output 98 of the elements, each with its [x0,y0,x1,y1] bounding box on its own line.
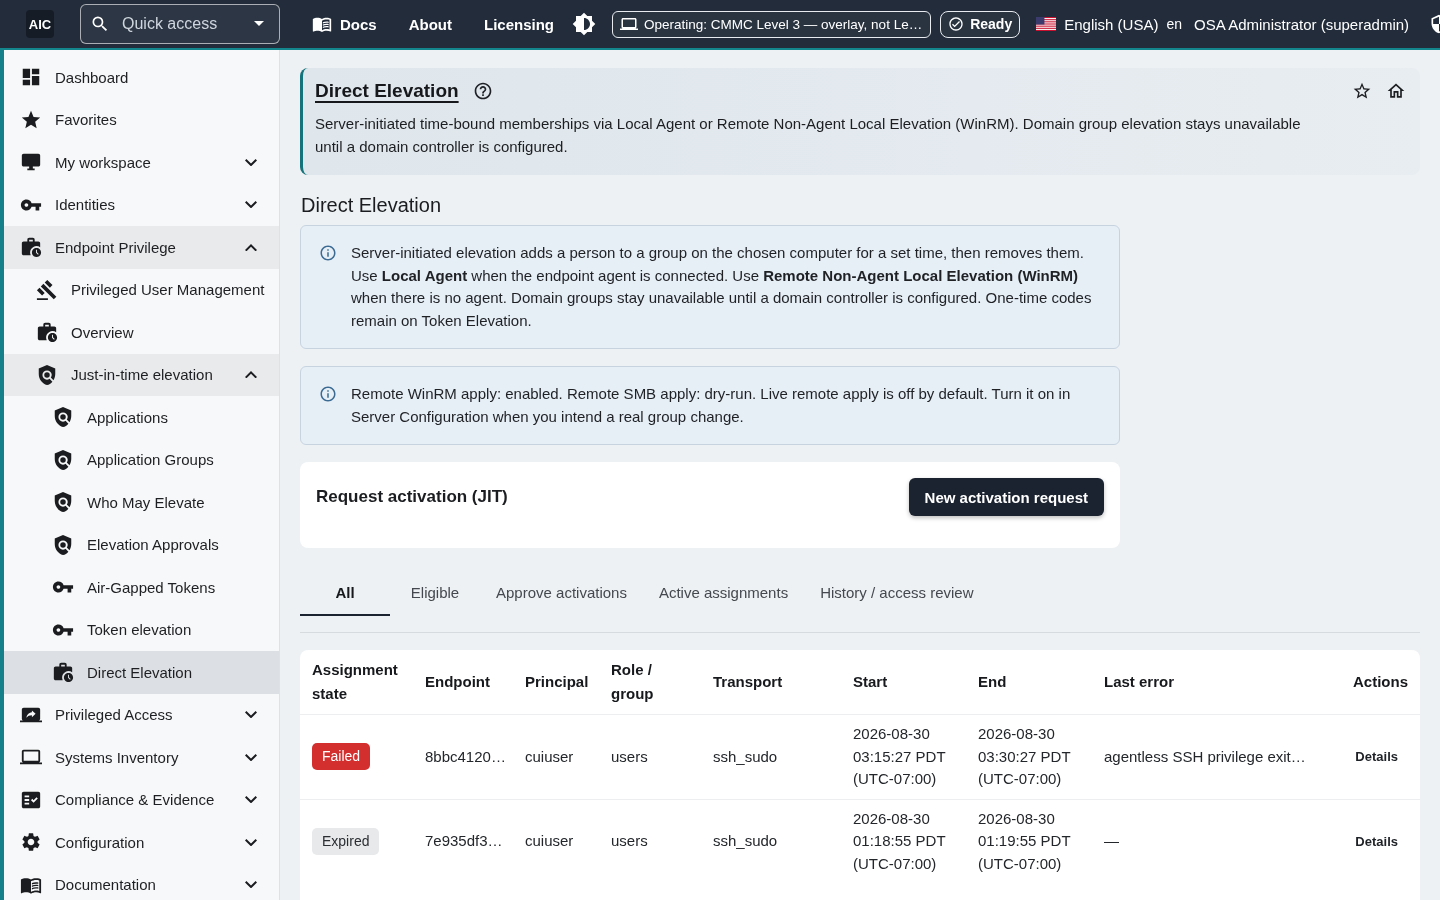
sidebar-item[interactable]: Applications [4,396,279,439]
chevron-down-icon [245,881,257,889]
briefcase-clock-icon [36,321,58,344]
section-title: Direct Elevation [301,193,443,217]
table-cell-text: ssh_sudo [712,831,779,851]
tab[interactable]: Eligible [390,570,480,616]
nav-link[interactable]: About [408,15,452,33]
sidebar-item[interactable]: Identities [4,183,279,226]
sidebar-item[interactable]: Just-in-time elevation [4,353,279,396]
chevron-down-icon [245,711,257,719]
settings-icon [20,831,42,854]
home-icon[interactable] [1386,81,1406,101]
table-cell-text: 2026-08-30 01:19:55 PDT (UTC-07:00) [977,808,1072,874]
column-header: Last error [1103,672,1176,692]
table-cell-text: ssh_sudo [712,746,779,767]
sidebar-item[interactable]: Favorites [4,98,279,141]
card-title: Request activation (JIT) [316,487,508,507]
caret-icon [254,21,264,26]
column-header: Start [852,672,889,692]
table-cell-text: 2026-08-30 03:15:27 PDT (UTC-07:00) [852,724,947,789]
search-field[interactable]: Quick access [80,4,280,44]
sidebar-item[interactable]: Token elevation [4,608,279,651]
details-link[interactable]: Details [1355,749,1398,765]
briefcase-clock-icon [20,236,42,259]
language-code: en [1166,16,1182,32]
table-cell-text: — [1103,831,1120,851]
sidebar-item[interactable]: Compliance & Evidence [4,778,279,821]
sidebar-item[interactable]: Who May Elevate [4,481,279,524]
shield-search-icon [36,363,58,386]
shield-search-icon [52,491,74,514]
chevron-down-icon [245,753,257,761]
tab[interactable]: History / access review [804,570,990,616]
sidebar-item[interactable]: Elevation Approvals [4,523,279,566]
chevron-down-icon [245,838,257,846]
page-description: Server-initiated time-bound memberships via Local Agent or Remote Non-Agent Local Elevation (WinRM). Domain group elevation stays unavailable until a domain controller is configured. [315,114,1302,157]
chevron-up-icon [245,243,257,251]
table-cell-text: users [610,831,649,851]
sidebar-item[interactable]: Privileged User Management [4,268,279,311]
table-cell-text: cuiuser [524,831,575,851]
mode-chip[interactable]: Operating: CMMC Level 3 — overlay, not Le… [612,10,932,38]
sidebar-item[interactable]: Endpoint Privilege [4,226,279,269]
column-header: End [977,672,1008,692]
language-button[interactable]: English (USA) [1036,15,1159,33]
new-request-button[interactable]: New activation request [908,478,1104,516]
nav-link[interactable]: Licensing [484,15,555,33]
table-cell-text: agentless SSH privilege exit… [1103,746,1307,767]
shield-search-icon [52,448,74,471]
column-header: Principal [524,672,590,692]
details-link[interactable]: Details [1355,833,1398,849]
brightness-icon[interactable] [572,12,597,36]
page-title: Direct Elevation [315,79,459,103]
sidebar-item[interactable]: Systems Inventory [4,736,279,779]
chevron-down-icon [245,796,257,804]
user-menu-button[interactable]: OSA Administrator (superadmin) [1193,15,1410,33]
info-icon [319,385,337,403]
star-icon[interactable] [1352,81,1372,101]
status-chip[interactable]: Ready [940,10,1021,38]
notice-text: Remote WinRM apply: enabled. Remote SMB apply: dry-run. Live remote apply is off by default. Turn it on in Server Configuration when you intend a real group change. [351,384,1072,427]
sidebar-item[interactable]: Overview [4,311,279,354]
table-cell-text: users [610,746,649,767]
shield-search-icon [52,406,74,429]
status-badge: Failed [312,743,371,771]
column-header: Role / group [610,660,655,704]
sidebar-item[interactable]: Air-Gapped Tokens [4,566,279,609]
column-header: Endpoint [424,672,491,692]
sidebar-item[interactable]: Application Groups [4,438,279,481]
sidebar-item[interactable]: Direct Elevation [4,651,279,694]
sidebar-item[interactable]: Configuration [4,821,279,864]
laptop-icon [620,15,639,33]
table-cell-text: 7e935df3… [424,831,504,851]
flag-icon [1036,17,1057,31]
table-cell-text: 8bbc4120… [424,746,507,767]
tab[interactable]: All [300,570,390,616]
search-icon [90,14,110,34]
sidebar-item[interactable]: Privileged Access [4,693,279,736]
sidebar-item[interactable]: Documentation [4,863,279,900]
briefcase-clock-icon [52,661,74,684]
shield-search-icon [52,533,74,556]
sidebar-item[interactable]: My workspace [4,141,279,184]
status-badge: Expired [312,827,380,855]
table-cell-text: cuiuser [524,746,575,767]
sidebar-item[interactable]: Dashboard [4,56,279,99]
table-cell-text: 2026-08-30 01:18:55 PDT (UTC-07:00) [852,808,947,874]
gavel-icon [36,278,58,301]
column-header: Actions [1352,672,1409,692]
tab[interactable]: Approve activations [480,570,643,616]
column-header: Assignment state [311,660,399,704]
info-icon [319,244,337,262]
notice-text: Server-initiated elevation adds a person to a group on the chosen computer for a set time, then removes them. Use Local Agent when the endpoint agent is connected. Use Remote Non-Agent Local Elevation (WinRM) when there is no agent. Domain groups stay unavailable until a domain controller is configured. One-time codes remain on Token Elevation. [351,243,1093,331]
chevron-up-icon [245,371,257,379]
table-cell-text: 2026-08-30 03:30:27 PDT (UTC-07:00) [977,724,1072,789]
chevron-down-icon [245,201,257,209]
column-header: Transport [712,672,784,692]
help-icon[interactable] [472,81,493,101]
app-logo[interactable]: AIC [26,10,54,38]
chevron-down-icon [245,158,257,166]
nav-link[interactable]: Docs [312,14,377,34]
tab[interactable]: Active assignments [642,570,805,616]
